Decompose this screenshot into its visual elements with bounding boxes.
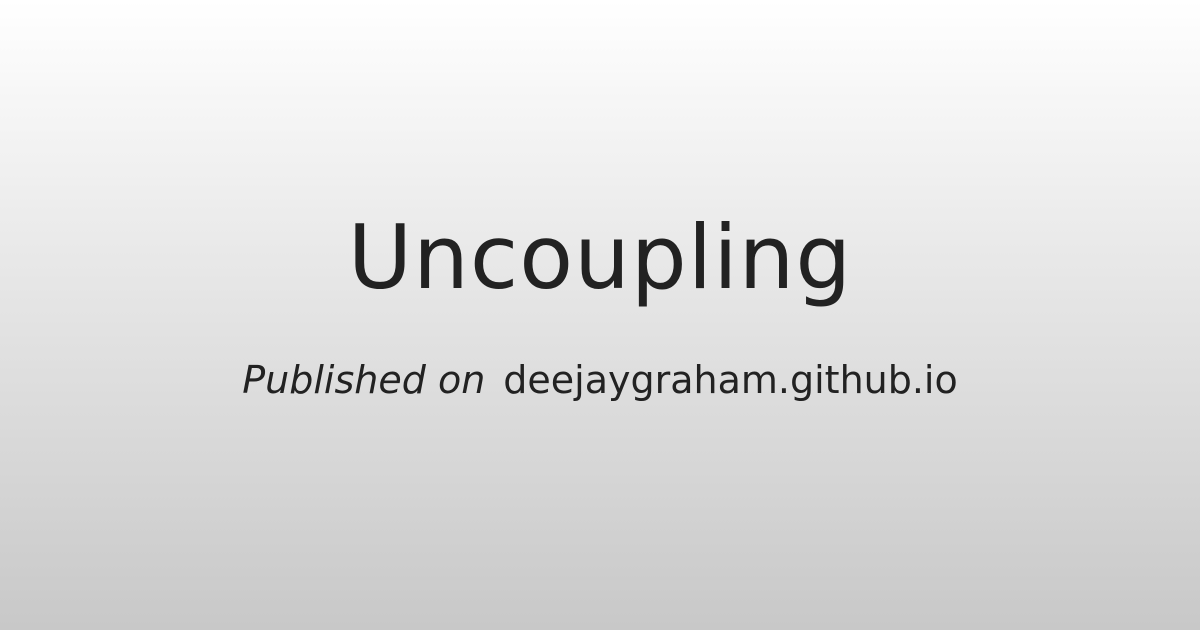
post-title: Uncoupling [347,206,853,309]
published-line: Published on deejaygraham.github.io [0,352,1200,408]
social-card: Uncoupling Published on deejaygraham.gith… [0,0,1200,630]
site-domain: deejaygraham.github.io [503,358,958,402]
published-prefix: Published on [242,358,486,402]
